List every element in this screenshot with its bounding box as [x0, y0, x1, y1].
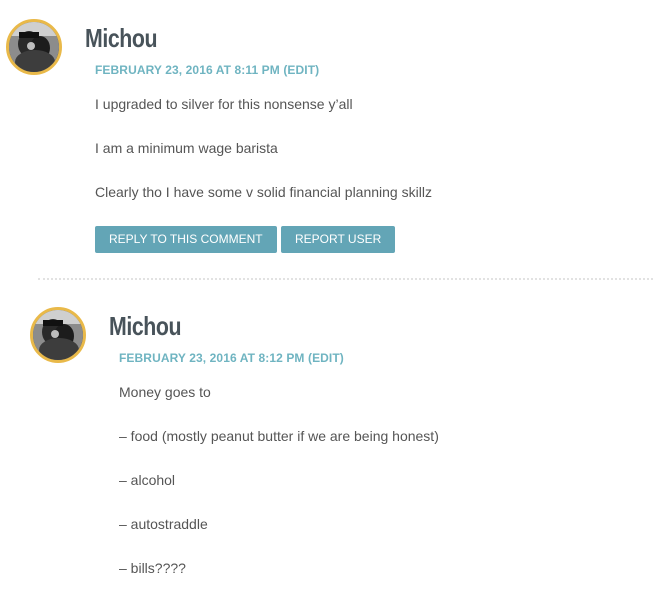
comment-paragraph: – bills???? — [119, 560, 186, 576]
comment-paragraph: Clearly tho I have some v solid financia… — [95, 184, 432, 200]
comment-paragraph: I upgraded to silver for this nonsense y… — [95, 96, 353, 112]
comment-meta: FEBRUARY 23, 2016 AT 8:11 PM (EDIT) — [95, 63, 319, 77]
avatar-photo-icon — [9, 22, 59, 72]
comment-author[interactable]: Michou — [85, 23, 158, 53]
comment-meta: FEBRUARY 23, 2016 AT 8:12 PM (EDIT) — [119, 351, 344, 365]
comment-paragraph: – autostraddle — [119, 516, 208, 532]
comment-paragraph: – food (mostly peanut butter if we are b… — [119, 428, 439, 444]
avatar-photo-icon — [33, 310, 83, 360]
edit-link[interactable]: (EDIT) — [283, 63, 319, 77]
avatar[interactable] — [6, 19, 62, 75]
comment-paragraph: I am a minimum wage barista — [95, 140, 278, 156]
comment-paragraph: – alcohol — [119, 472, 176, 488]
comment-paragraph: Money goes to — [119, 384, 211, 400]
reply-button[interactable]: REPLY TO THIS COMMENT — [95, 226, 277, 253]
comment-date-link[interactable]: FEBRUARY 23, 2016 AT 8:11 PM — [95, 63, 280, 77]
comment-divider — [38, 278, 653, 280]
avatar[interactable] — [30, 307, 86, 363]
comment-author[interactable]: Michou — [109, 311, 182, 341]
edit-link[interactable]: (EDIT) — [308, 351, 344, 365]
comment-date-link[interactable]: FEBRUARY 23, 2016 AT 8:12 PM — [119, 351, 305, 365]
report-user-button[interactable]: REPORT USER — [281, 226, 396, 253]
